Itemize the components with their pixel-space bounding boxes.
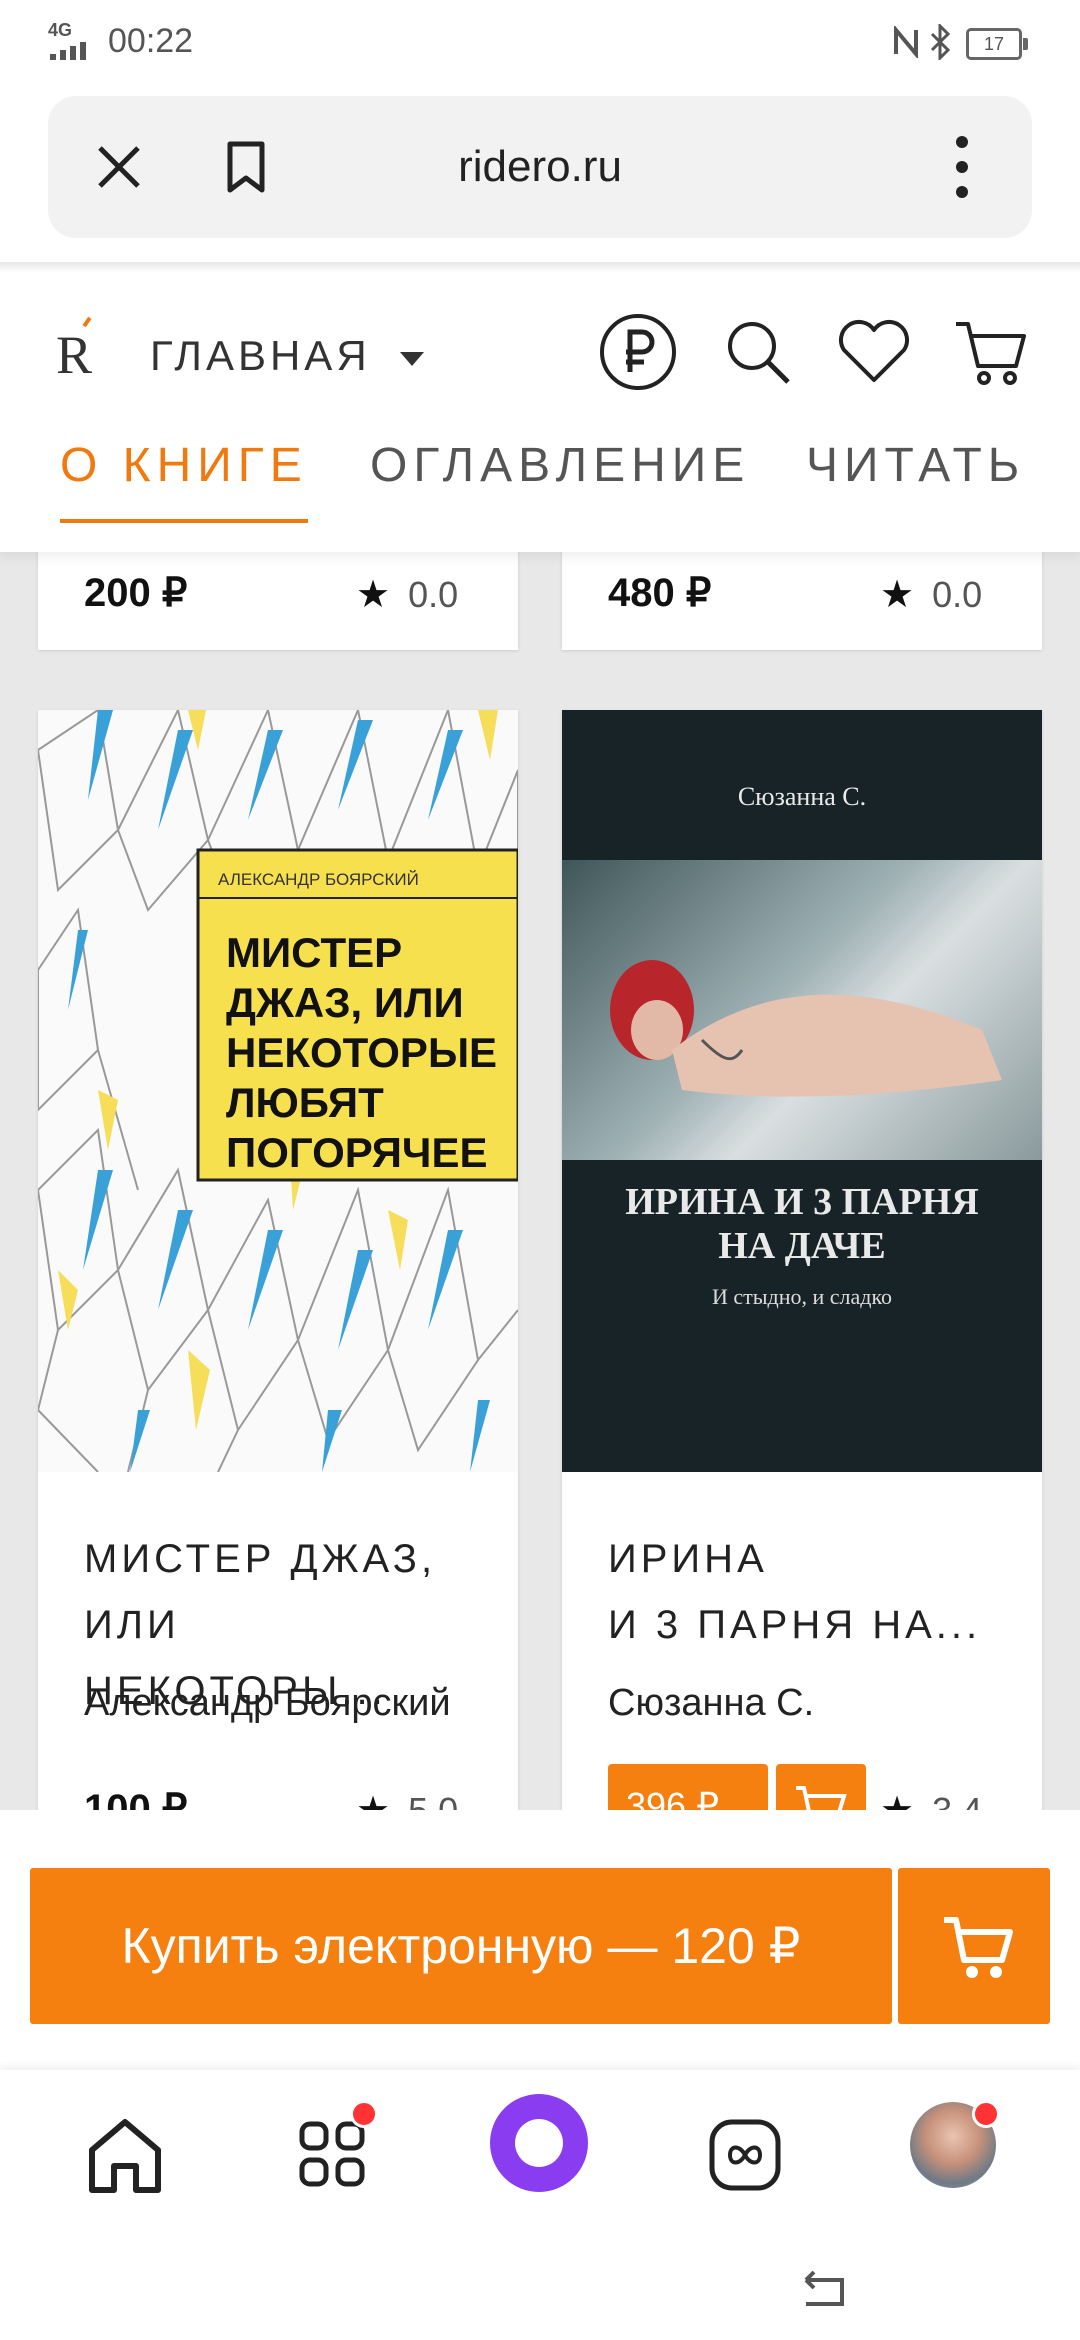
rating-value: 3.4	[932, 1790, 982, 1810]
clock: 00:22	[108, 22, 194, 60]
book-price-button[interactable]: 396 ₽	[608, 1764, 768, 1810]
cover-author: Сюзанна С.	[737, 782, 867, 811]
book-title-line: МИСТЕР ДЖАЗ,	[84, 1537, 437, 1581]
star-icon: ★	[880, 574, 915, 616]
book-grid: 200 ₽ ★ 0.0 480 ₽ ★ 0.0 АЛЕКСАНДР БОЯРСК…	[0, 552, 1080, 1810]
book-card[interactable]: 480 ₽ ★ 0.0	[562, 552, 1042, 650]
book-card[interactable]: АЛЕКСАНДР БОЯРСКИЙ МИСТЕР ДЖАЗ, ИЛИ НЕКО…	[38, 710, 518, 1810]
site-header: R ГЛАВНАЯ О КНИГЕ ОГЛАВЛЕНИЕ ЧИТАТЬ	[0, 272, 1080, 552]
battery-indicator: 17	[966, 28, 1028, 60]
book-price: 480 ₽	[608, 571, 712, 615]
book-cover[interactable]: АЛЕКСАНДР БОЯРСКИЙ МИСТЕР ДЖАЗ, ИЛИ НЕКО…	[38, 710, 518, 1472]
cover-title-line: ПОГОРЯЧЕЕ	[226, 1129, 488, 1176]
tab-read[interactable]: ЧИТАТЬ	[806, 438, 1025, 493]
signal-icon	[50, 42, 86, 60]
alice-icon	[515, 2119, 563, 2167]
cover-title-line: ИРИНА И 3 ПАРНЯ	[625, 1181, 979, 1223]
notification-dot	[350, 2100, 378, 2128]
book-card[interactable]: Сюзанна С. ИРИНА И 3 ПАРНЯ НА ДАЧЕ И сты…	[562, 710, 1042, 1810]
divider	[0, 262, 1080, 272]
book-rating: ★ 0.0	[880, 572, 982, 617]
book-price: 200 ₽	[84, 571, 188, 615]
cover-title-line: НА ДАЧЕ	[718, 1225, 886, 1267]
tab-contents[interactable]: ОГЛАВЛЕНИЕ	[370, 438, 750, 493]
book-title-line: ИРИНА	[608, 1537, 768, 1581]
status-bar: 4G 00:22 17	[0, 0, 1080, 84]
book-tabs: О КНИГЕ ОГЛАВЛЕНИЕ ЧИТАТЬ	[0, 438, 1080, 538]
infinity-icon[interactable]	[690, 2100, 800, 2210]
nfc-icon	[894, 26, 918, 58]
star-icon: ★	[356, 574, 391, 616]
buy-cart-button[interactable]	[898, 1868, 1050, 2024]
browser-bottom-nav	[0, 2070, 1080, 2340]
rating-value: 0.0	[408, 574, 459, 615]
cart-icon	[796, 1786, 847, 1810]
buy-ebook-button[interactable]: Купить электронную — 120 ₽	[30, 1868, 892, 2024]
book-price: 100 ₽	[84, 1787, 188, 1810]
book-card[interactable]: 200 ₽ ★ 0.0	[38, 552, 518, 650]
star-icon: ★	[356, 1790, 390, 1810]
book-title-line: И 3 ПАРНЯ НА...	[608, 1603, 982, 1647]
main-nav-dropdown[interactable]: ГЛАВНАЯ	[150, 332, 425, 380]
notification-dot	[972, 2100, 1000, 2128]
bluetooth-icon	[930, 24, 951, 60]
cover-figure	[610, 960, 1002, 1097]
network-type: 4G	[48, 20, 73, 40]
back-gesture-icon[interactable]	[796, 2268, 852, 2312]
alice-assistant-button[interactable]	[490, 2094, 588, 2192]
cover-title-line: ЛЮБЯТ	[226, 1079, 384, 1126]
book-cover[interactable]: Сюзанна С. ИРИНА И 3 ПАРНЯ НА ДАЧЕ И сты…	[562, 710, 1042, 1472]
cover-title: МИСТЕР ДЖАЗ, ИЛИ НЕКОТОРЫЕ ЛЮБЯТ ПОГОРЯЧ…	[226, 928, 497, 1178]
ridero-logo[interactable]: R	[56, 316, 93, 386]
logo-letter: R	[56, 325, 93, 385]
cover-title-line: НЕКОТОРЫЕ	[226, 1029, 498, 1076]
book-author[interactable]: Сюзанна С.	[608, 1682, 814, 1725]
more-menu-icon[interactable]	[952, 134, 972, 200]
cover-title-line: МИСТЕР	[226, 929, 403, 976]
rating-value: 5.0	[408, 1790, 458, 1810]
url-text[interactable]: ridero.ru	[48, 142, 1032, 192]
cover-author: АЛЕКСАНДР БОЯРСКИЙ	[218, 870, 419, 889]
chevron-down-icon	[400, 351, 425, 366]
home-icon[interactable]	[70, 2100, 180, 2210]
heart-icon[interactable]	[834, 312, 914, 392]
browser-url-bar[interactable]: ridero.ru	[48, 96, 1032, 238]
book-rating: ★ 0.0	[356, 572, 458, 617]
main-nav-label: ГЛАВНАЯ	[150, 332, 371, 379]
cart-icon	[944, 1917, 1013, 1978]
buy-bar: Купить электронную — 120 ₽	[0, 1810, 1080, 2070]
cover-subtitle: И стыдно, и сладко	[711, 1284, 893, 1309]
book-title[interactable]: ИРИНА И 3 ПАРНЯ НА...	[608, 1526, 1008, 1658]
book-rating: ★ 5.0	[356, 1788, 458, 1810]
book-rating: ★ 3.4	[880, 1788, 982, 1810]
tab-about-book[interactable]: О КНИГЕ	[60, 438, 308, 523]
rating-value: 0.0	[932, 574, 983, 615]
cart-icon[interactable]	[952, 312, 1032, 392]
cover-title: ИРИНА И 3 ПАРНЯ НА ДАЧЕ	[562, 1180, 1042, 1268]
cover-title-line: ДЖАЗ, ИЛИ	[226, 979, 464, 1026]
cover-photo	[562, 860, 1042, 1160]
ruble-icon[interactable]	[598, 312, 678, 392]
star-icon: ★	[880, 1790, 914, 1810]
book-author[interactable]: Александр Боярский	[84, 1682, 451, 1725]
add-to-cart-button[interactable]	[776, 1764, 866, 1810]
search-icon[interactable]	[718, 312, 798, 392]
